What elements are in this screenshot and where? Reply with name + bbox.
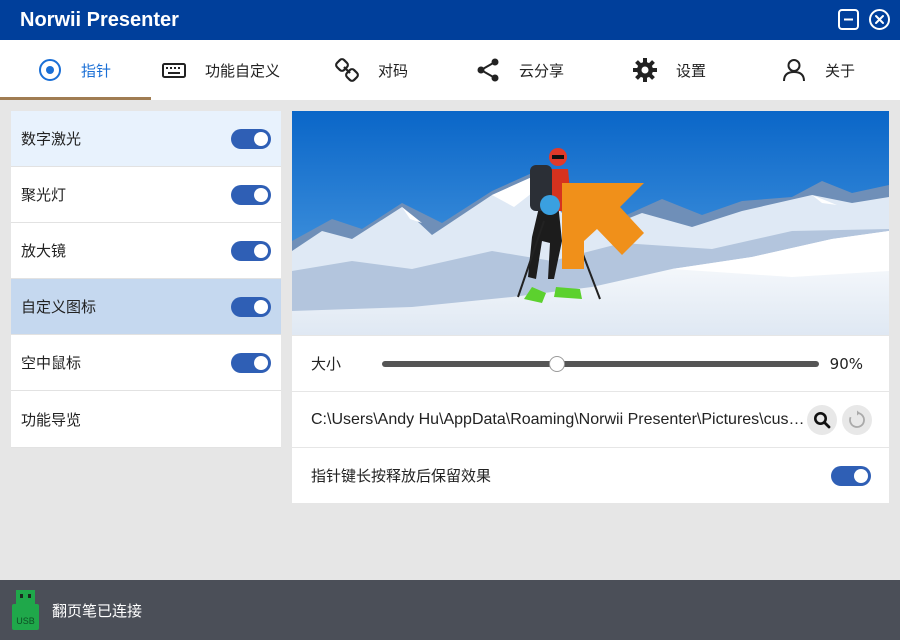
size-slider-track[interactable] xyxy=(382,361,819,367)
tab-label: 设置 xyxy=(676,61,707,80)
keep-effect-label: 指针键长按释放后保留效果 xyxy=(311,467,492,485)
tab-label: 功能自定义 xyxy=(205,61,281,80)
sidebar-item-digital-laser[interactable]: 数字激光 xyxy=(11,111,281,167)
tab-bar: 指针 功能自定义 对码 云分享 设置 关于 xyxy=(0,40,900,100)
sidebar-item-label: 自定义图标 xyxy=(21,298,97,316)
search-icon xyxy=(814,412,831,429)
sidebar-item-spotlight[interactable]: 聚光灯 xyxy=(11,167,281,223)
pointer-icon xyxy=(37,57,63,83)
active-tab-indicator xyxy=(0,97,151,100)
feature-list: 数字激光 聚光灯 放大镜 自定义图标 空中鼠标 功能导览 xyxy=(11,111,281,448)
close-icon xyxy=(875,15,884,24)
usb-label: USB xyxy=(16,616,35,626)
connection-status: 翻页笔已连接 xyxy=(52,601,143,620)
tab-settings[interactable]: 设置 xyxy=(632,40,706,100)
keep-effect-toggle[interactable] xyxy=(831,466,871,486)
size-value: 90% xyxy=(829,354,863,373)
sidebar-item-custom-icon[interactable]: 自定义图标 xyxy=(11,279,281,335)
tab-about[interactable]: 关于 xyxy=(781,40,855,100)
link-icon xyxy=(334,57,360,83)
tab-pointer[interactable]: 指针 xyxy=(37,40,111,100)
sidebar-item-feature-tour[interactable]: 功能导览 xyxy=(11,391,281,448)
tab-cloud-share[interactable]: 云分享 xyxy=(475,40,564,100)
tab-label: 关于 xyxy=(825,61,856,80)
air-mouse-toggle[interactable] xyxy=(231,353,271,373)
sidebar-item-label: 放大镜 xyxy=(21,242,67,260)
pointer-preview-image xyxy=(292,111,889,335)
share-icon xyxy=(475,57,501,83)
tab-custom-functions[interactable]: 功能自定义 xyxy=(161,40,280,100)
sidebar-item-magnifier[interactable]: 放大镜 xyxy=(11,223,281,279)
keyboard-icon xyxy=(161,57,187,83)
minimize-icon xyxy=(844,18,853,21)
status-bar: USB 翻页笔已连接 xyxy=(0,580,900,640)
tab-label: 指针 xyxy=(81,61,112,80)
sidebar-item-label: 数字激光 xyxy=(21,130,82,148)
tab-pairing[interactable]: 对码 xyxy=(334,40,408,100)
size-label: 大小 xyxy=(311,355,342,373)
reset-icon xyxy=(849,410,865,428)
icon-path-row: C:\Users\Andy Hu\AppData\Roaming\Norwii … xyxy=(292,391,889,447)
gear-icon xyxy=(632,57,658,83)
size-row: 大小 90% xyxy=(292,335,889,391)
digital-laser-toggle[interactable] xyxy=(231,129,271,149)
window-controls xyxy=(838,9,890,30)
keep-effect-row: 指针键长按释放后保留效果 xyxy=(292,447,889,503)
size-slider-handle[interactable] xyxy=(548,356,565,372)
app-title: Norwii Presenter xyxy=(20,8,179,31)
sidebar-item-label: 聚光灯 xyxy=(21,186,67,204)
user-icon xyxy=(781,57,807,83)
custom-icon-toggle[interactable] xyxy=(231,297,271,317)
sidebar-item-label: 空中鼠标 xyxy=(21,354,82,372)
icon-path-text: C:\Users\Andy Hu\AppData\Roaming\Norwii … xyxy=(311,410,806,428)
tab-label: 对码 xyxy=(378,61,409,80)
tab-label: 云分享 xyxy=(519,61,565,80)
magnifier-toggle[interactable] xyxy=(231,241,271,261)
sidebar-item-air-mouse[interactable]: 空中鼠标 xyxy=(11,335,281,391)
minimize-button[interactable] xyxy=(838,9,859,30)
close-button[interactable] xyxy=(869,9,890,30)
usb-icon: USB xyxy=(12,590,39,630)
reset-button[interactable] xyxy=(842,405,872,435)
title-bar: Norwii Presenter xyxy=(0,0,900,40)
spotlight-toggle[interactable] xyxy=(231,185,271,205)
sidebar-item-label: 功能导览 xyxy=(21,410,82,429)
browse-button[interactable] xyxy=(807,405,837,435)
